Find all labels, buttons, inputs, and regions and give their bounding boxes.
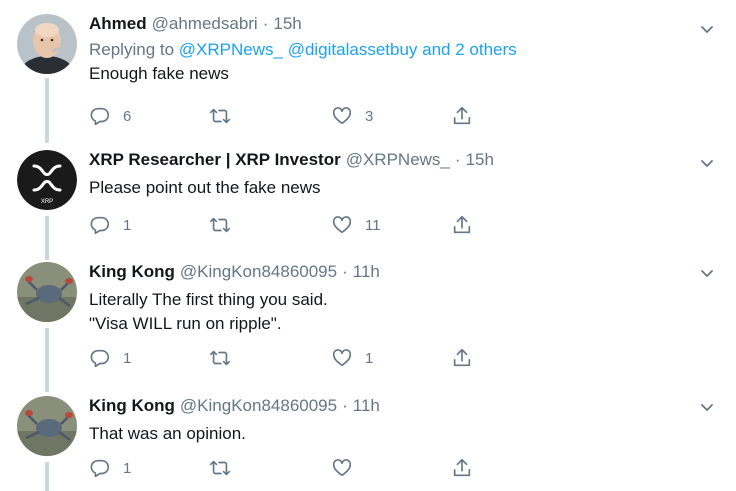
share-icon: [453, 458, 471, 477]
reply-icon: [90, 349, 110, 368]
reply-button[interactable]: 6: [89, 104, 131, 128]
tweet-1[interactable]: Ahmed @ahmedsabri · 15h Replying to @XRP…: [0, 14, 736, 143]
tweet-text: Enough fake news: [89, 64, 229, 83]
timestamp[interactable]: 15h: [466, 150, 494, 170]
retweet-icon: [210, 217, 230, 233]
user-handle[interactable]: @ahmedsabri: [152, 14, 258, 34]
separator-dot: ·: [342, 396, 348, 415]
tweet-body: King Kong @KingKon84860095 · 11h That wa…: [89, 396, 716, 446]
heart-icon: [332, 459, 352, 477]
tweet-4[interactable]: King Kong @KingKon84860095 · 11h That wa…: [0, 396, 736, 491]
tweet-actions: 1 11: [89, 213, 489, 237]
share-icon: [453, 215, 471, 234]
thread-line: [45, 216, 49, 260]
retweet-button[interactable]: [209, 213, 243, 237]
like-count: 3: [365, 107, 374, 125]
tweet-header: King Kong @KingKon84860095 · 11h: [89, 396, 716, 418]
share-icon: [453, 106, 471, 125]
avatar-column: [17, 14, 77, 143]
display-name[interactable]: King Kong: [89, 262, 175, 282]
tweet-header: XRP Researcher | XRP Investor @XRPNews_ …: [89, 150, 716, 172]
reply-button[interactable]: 1: [89, 346, 131, 370]
crab-avatar[interactable]: [17, 396, 77, 456]
tweet-header: Ahmed @ahmedsabri · 15h: [89, 14, 716, 36]
avatar-column: [17, 396, 77, 491]
timestamp[interactable]: 11h: [353, 262, 380, 282]
user-handle[interactable]: @XRPNews_: [346, 150, 450, 170]
tweet-text: That was an opinion.: [89, 424, 246, 443]
like-count: 1: [365, 349, 374, 367]
avatar-column: [17, 262, 77, 392]
tweet-actions: 1: [89, 456, 489, 480]
tweet-text: Literally The first thing you said. "Vis…: [89, 290, 328, 333]
like-button[interactable]: [331, 456, 365, 480]
tweet-3[interactable]: King Kong @KingKon84860095 · 11h Literal…: [0, 262, 736, 392]
tweet-text: Please point out the fake news: [89, 178, 321, 197]
crab-avatar[interactable]: [17, 262, 77, 322]
timestamp[interactable]: 15h: [273, 14, 301, 34]
share-button[interactable]: [451, 213, 473, 237]
reply-icon: [90, 216, 110, 235]
thread-line: [45, 462, 49, 491]
tweet-header: King Kong @KingKon84860095 · 11h: [89, 262, 716, 284]
xrp-logo-avatar[interactable]: XRP: [17, 150, 77, 210]
retweet-icon: [210, 350, 230, 366]
like-button[interactable]: 3: [331, 104, 373, 128]
avatar-column: XRP: [17, 150, 77, 260]
chevron-down-icon[interactable]: [696, 152, 718, 174]
separator-dot: ·: [342, 262, 348, 281]
tweet-body: Ahmed @ahmedsabri · 15h Replying to @XRP…: [89, 14, 716, 86]
share-icon: [453, 348, 471, 367]
retweet-button[interactable]: [209, 456, 243, 480]
separator-dot: ·: [262, 14, 269, 33]
thread-line: [45, 328, 49, 392]
share-button[interactable]: [451, 456, 473, 480]
user-handle[interactable]: @KingKon84860095: [180, 396, 337, 416]
heart-icon: [332, 349, 352, 367]
reply-button[interactable]: 1: [89, 456, 131, 480]
replying-to: Replying to @XRPNews_ @digitalassetbuy a…: [89, 40, 716, 60]
separator-dot: ·: [454, 150, 461, 169]
share-button[interactable]: [451, 346, 473, 370]
avatar[interactable]: [17, 14, 77, 74]
chevron-down-icon[interactable]: [696, 396, 718, 418]
display-name[interactable]: XRP Researcher | XRP Investor: [89, 150, 341, 170]
thread-line: [45, 78, 49, 143]
share-button[interactable]: [451, 104, 473, 128]
user-handle[interactable]: @KingKon84860095: [180, 262, 337, 282]
like-button[interactable]: 11: [331, 213, 381, 237]
chevron-down-icon[interactable]: [696, 262, 718, 284]
retweet-icon: [210, 108, 230, 124]
display-name[interactable]: King Kong: [89, 396, 175, 416]
display-name[interactable]: Ahmed: [89, 14, 147, 34]
reply-button[interactable]: 1: [89, 213, 131, 237]
replying-to-users[interactable]: @XRPNews_ @digitalassetbuy and 2 others: [179, 40, 517, 59]
reply-count: 1: [123, 459, 132, 477]
reply-count: 1: [123, 216, 132, 234]
tweet-body: XRP Researcher | XRP Investor @XRPNews_ …: [89, 150, 716, 200]
like-count: 11: [365, 216, 381, 234]
retweet-icon: [210, 460, 230, 476]
reply-count: 6: [123, 107, 132, 125]
heart-icon: [332, 107, 352, 125]
retweet-button[interactable]: [209, 104, 243, 128]
tweet-actions: 6 3: [89, 104, 489, 128]
reply-icon: [90, 107, 110, 126]
reply-count: 1: [123, 349, 132, 367]
tweet-actions: 1 1: [89, 346, 489, 370]
like-button[interactable]: 1: [331, 346, 373, 370]
chevron-down-icon[interactable]: [696, 18, 718, 40]
conversation-thread: Ahmed @ahmedsabri · 15h Replying to @XRP…: [0, 0, 736, 491]
avatar-label: XRP: [41, 199, 53, 205]
retweet-button[interactable]: [209, 346, 243, 370]
replying-to-label: Replying to: [89, 40, 175, 59]
tweet-body: King Kong @KingKon84860095 · 11h Literal…: [89, 262, 716, 336]
timestamp[interactable]: 11h: [353, 396, 380, 416]
heart-icon: [332, 216, 352, 234]
reply-icon: [90, 459, 110, 478]
tweet-2[interactable]: XRP XRP Researcher | XRP Investor @XRPNe…: [0, 150, 736, 260]
